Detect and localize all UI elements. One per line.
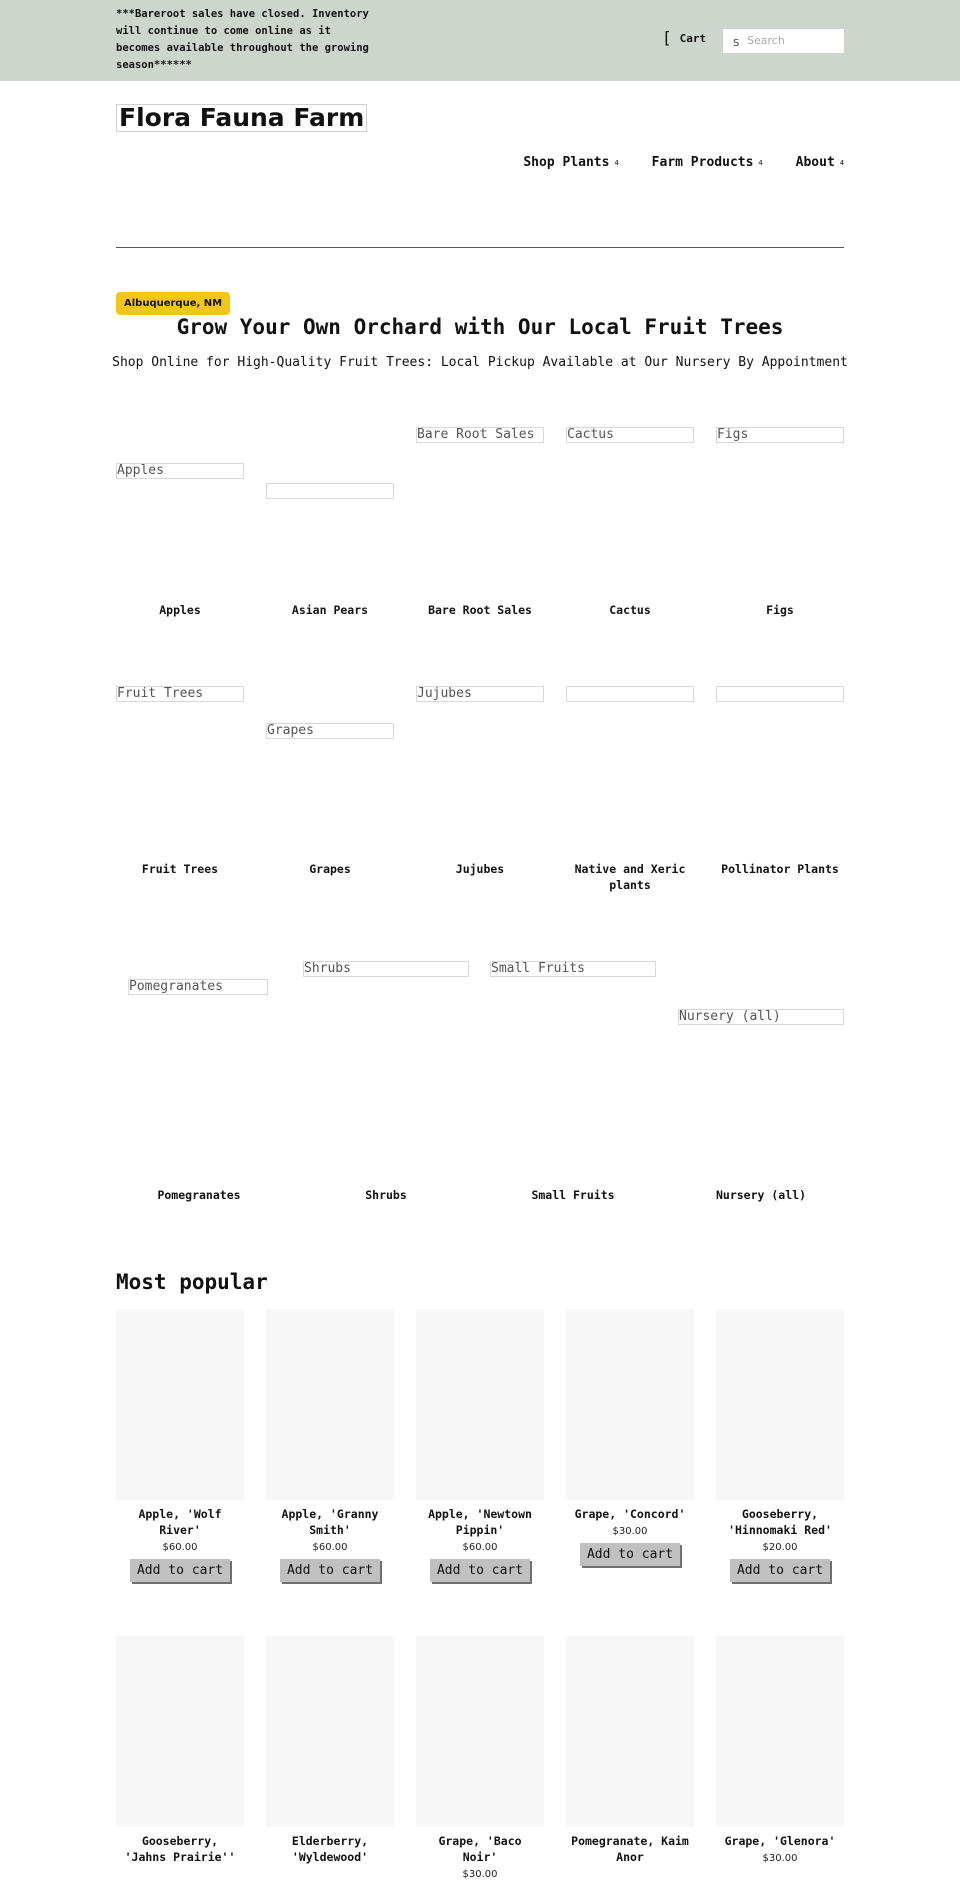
add-to-cart-button[interactable]: Add to cart: [579, 1543, 681, 1566]
announcement-bar: ***Bareroot sales have closed. Inventory…: [0, 0, 960, 81]
product-image[interactable]: [716, 1636, 844, 1827]
category-label: Nursery (all): [715, 1188, 806, 1202]
product-price: $30.00: [612, 1526, 648, 1537]
product-image[interactable]: [116, 1309, 244, 1500]
product-name[interactable]: Apple, 'Granny Smith': [266, 1506, 394, 1538]
nav-about[interactable]: About 4: [796, 155, 844, 170]
category-image: Apples: [116, 463, 244, 479]
product-price: $60.00: [312, 1542, 348, 1553]
category-image: Grapes: [266, 723, 394, 739]
product-name[interactable]: Elderberry, 'Wyldewood': [266, 1833, 394, 1865]
product-name[interactable]: Gooseberry, 'Jahns Prairie'': [116, 1833, 244, 1865]
nav-shop-plants[interactable]: Shop Plants 4: [523, 155, 618, 170]
nav-label: About: [795, 155, 835, 170]
product-card[interactable]: Grape, 'Glenora' $30.00: [716, 1636, 844, 1864]
location-badge: Albuquerque, NM: [116, 292, 231, 315]
category-label: Jujubes: [455, 862, 505, 876]
search-icon: S: [733, 38, 740, 49]
nav-label: Shop Plants: [523, 155, 610, 170]
product-price: $60.00: [462, 1542, 498, 1553]
category-label: Pollinator Plants: [721, 862, 839, 876]
product-image[interactable]: [416, 1309, 544, 1500]
category-label: Shrubs: [365, 1188, 407, 1202]
category-label: Cactus: [609, 603, 651, 617]
most-popular-heading: Most popular: [116, 1270, 268, 1294]
product-image[interactable]: [566, 1636, 694, 1827]
product-name[interactable]: Apple, 'Newtown Pippin': [416, 1506, 544, 1538]
product-card[interactable]: Elderberry, 'Wyldewood': [266, 1636, 394, 1869]
product-card[interactable]: Gooseberry, 'Hinnomaki Red' $20.00 Add t…: [716, 1309, 844, 1582]
add-to-cart-button[interactable]: Add to cart: [129, 1559, 231, 1582]
category-label: Small Fruits: [531, 1188, 615, 1202]
cart-link[interactable]: [ Cart: [662, 30, 706, 46]
category-image: Fruit Trees: [116, 686, 244, 702]
product-card[interactable]: Apple, 'Granny Smith' $60.00 Add to cart: [266, 1309, 394, 1582]
product-name[interactable]: Grape, 'Glenora': [716, 1833, 844, 1849]
add-to-cart-button[interactable]: Add to cart: [429, 1559, 531, 1582]
category-label: Apples: [159, 603, 201, 617]
hero-title: Grow Your Own Orchard with Our Local Fru…: [176, 315, 784, 339]
category-label: Native and Xeric plants: [574, 862, 686, 892]
product-image[interactable]: [266, 1309, 394, 1500]
product-name[interactable]: Pomegranate, Kaim Anor: [566, 1833, 694, 1865]
product-card[interactable]: Grape, 'Concord' $30.00 Add to cart: [566, 1309, 694, 1566]
category-label: Figs: [766, 603, 794, 617]
category-label: Grapes: [309, 862, 351, 876]
search-input[interactable]: [747, 31, 841, 49]
category-label: Pomegranates: [157, 1188, 241, 1202]
category-image: Bare Root Sales: [416, 427, 544, 443]
product-name[interactable]: Grape, 'Baco Noir': [416, 1833, 544, 1865]
nav-label: Farm Products: [651, 155, 754, 170]
search-box[interactable]: S: [723, 29, 844, 53]
chevron-down-icon: 4: [758, 158, 763, 167]
product-name[interactable]: Grape, 'Concord': [566, 1506, 694, 1522]
product-card[interactable]: Grape, 'Baco Noir' $30.00: [416, 1636, 544, 1880]
category-image: Nursery (all): [678, 1009, 844, 1025]
product-card[interactable]: Gooseberry, 'Jahns Prairie'': [116, 1636, 244, 1869]
product-name[interactable]: Apple, 'Wolf River': [116, 1506, 244, 1538]
chevron-down-icon: 4: [839, 158, 844, 167]
category-image: Pomegranates: [128, 979, 268, 995]
category-label: Fruit Trees: [141, 862, 219, 876]
header-divider: [116, 247, 844, 248]
cart-label: Cart: [679, 31, 707, 45]
nav-farm-products[interactable]: Farm Products 4: [652, 155, 763, 170]
product-price: $20.00: [762, 1542, 798, 1553]
category-image: [716, 686, 844, 702]
product-price: $60.00: [162, 1542, 198, 1553]
category-image: [266, 483, 394, 499]
add-to-cart-button[interactable]: Add to cart: [279, 1559, 381, 1582]
product-name[interactable]: Gooseberry, 'Hinnomaki Red': [716, 1506, 844, 1538]
category-image: Shrubs: [303, 961, 469, 977]
product-image[interactable]: [416, 1636, 544, 1827]
site-logo[interactable]: Flora Fauna Farm: [116, 104, 368, 132]
product-image[interactable]: [566, 1309, 694, 1500]
product-image[interactable]: [716, 1309, 844, 1500]
product-card[interactable]: Apple, 'Wolf River' $60.00 Add to cart: [116, 1309, 244, 1582]
product-card[interactable]: Apple, 'Newtown Pippin' $60.00 Add to ca…: [416, 1309, 544, 1582]
main-nav: Shop Plants 4 Farm Products 4 About 4: [523, 155, 844, 170]
category-label: Bare Root Sales: [428, 603, 532, 617]
category-image: Small Fruits: [490, 961, 656, 977]
hero-subtitle: Shop Online for High-Quality Fruit Trees…: [112, 355, 848, 370]
category-image: Cactus: [566, 427, 694, 443]
category-image: Jujubes: [416, 686, 544, 702]
add-to-cart-button[interactable]: Add to cart: [729, 1559, 831, 1582]
chevron-down-icon: 4: [614, 158, 619, 167]
announcement-text: ***Bareroot sales have closed. Inventory…: [116, 8, 369, 71]
product-image[interactable]: [266, 1636, 394, 1827]
cart-icon: [: [662, 28, 672, 47]
product-image[interactable]: [116, 1636, 244, 1827]
product-price: $30.00: [762, 1853, 798, 1864]
category-image: Figs: [716, 427, 844, 443]
category-label: Asian Pears: [291, 603, 369, 617]
product-card[interactable]: Pomegranate, Kaim Anor: [566, 1636, 694, 1869]
category-image: [566, 686, 694, 702]
